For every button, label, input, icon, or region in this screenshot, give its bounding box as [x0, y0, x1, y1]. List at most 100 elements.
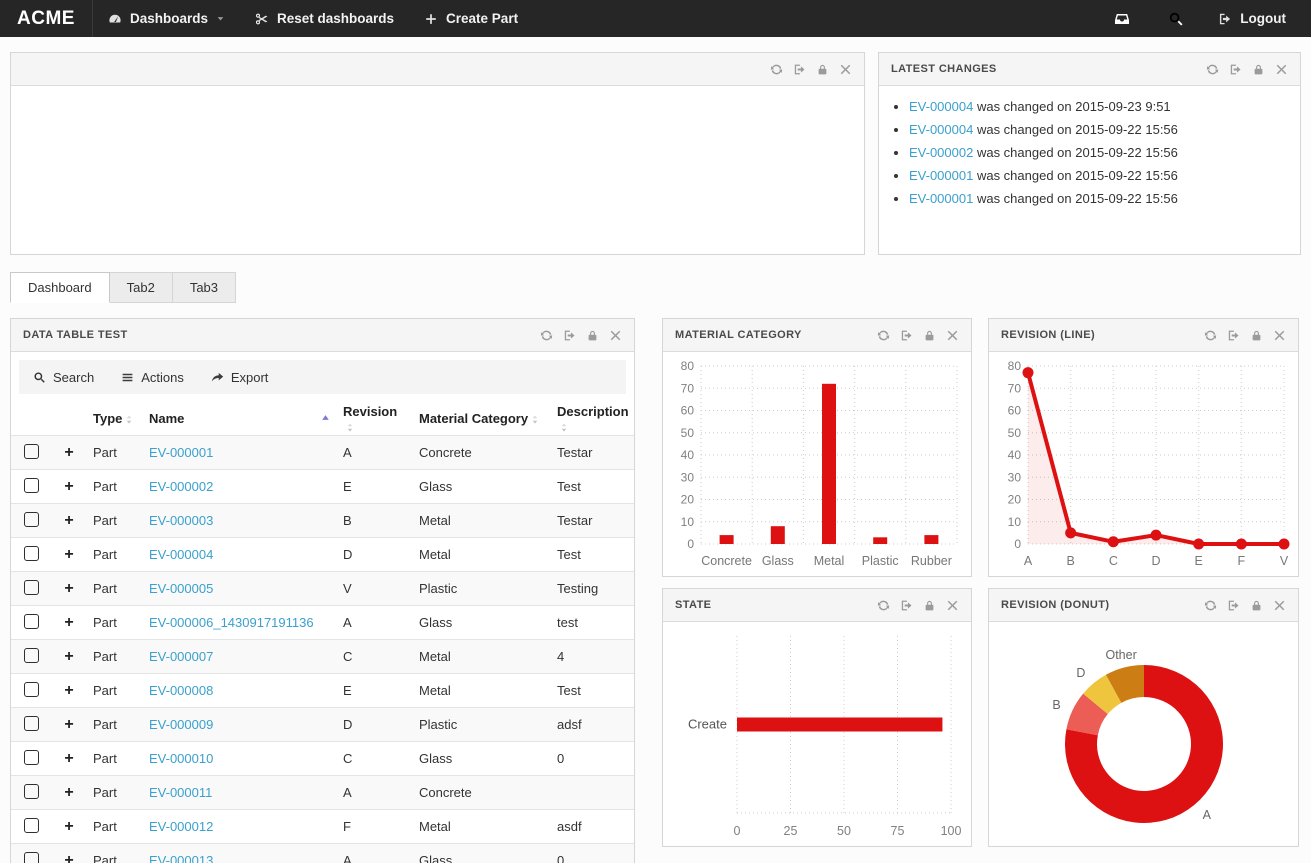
column-name[interactable]: Name [143, 402, 337, 436]
part-link[interactable]: EV-000004 [909, 122, 973, 137]
refresh-icon[interactable] [1204, 599, 1217, 612]
part-link[interactable]: EV-000001 [909, 191, 973, 206]
part-link[interactable]: EV-000012 [149, 819, 213, 834]
part-link[interactable]: EV-000004 [909, 99, 973, 114]
nav-reset-dashboards[interactable]: Reset dashboards [240, 0, 409, 37]
part-link[interactable]: EV-000001 [149, 445, 213, 460]
part-link[interactable]: EV-000002 [909, 145, 973, 160]
lock-icon[interactable] [1250, 599, 1263, 612]
expand-row-icon[interactable]: + [64, 784, 73, 801]
close-icon[interactable] [946, 599, 959, 612]
part-link[interactable]: EV-000010 [149, 751, 213, 766]
export-icon[interactable] [1227, 599, 1240, 612]
part-link[interactable]: EV-000005 [149, 581, 213, 596]
row-checkbox[interactable] [24, 546, 39, 561]
nav-create-part[interactable]: Create Part [409, 0, 533, 37]
export-icon[interactable] [793, 63, 806, 76]
svg-text:75: 75 [891, 824, 905, 838]
expand-row-icon[interactable]: + [64, 818, 73, 835]
inbox-button[interactable] [1095, 0, 1149, 37]
tab-tab2[interactable]: Tab2 [110, 272, 173, 303]
export-button[interactable]: Export [211, 370, 269, 385]
column-material-category[interactable]: Material Category [413, 402, 551, 436]
lock-icon[interactable] [923, 329, 936, 342]
expand-row-icon[interactable]: + [64, 546, 73, 563]
brand-logo[interactable]: ACME [0, 0, 93, 37]
refresh-icon[interactable] [1206, 63, 1219, 76]
part-link[interactable]: EV-000003 [149, 513, 213, 528]
close-icon[interactable] [1275, 63, 1288, 76]
expand-row-icon[interactable]: + [64, 716, 73, 733]
sort-asc-icon[interactable] [320, 413, 331, 424]
export-icon[interactable] [1229, 63, 1242, 76]
close-icon[interactable] [609, 329, 622, 342]
export-icon[interactable] [900, 329, 913, 342]
refresh-icon[interactable] [770, 63, 783, 76]
part-link[interactable]: EV-000011 [149, 785, 212, 800]
refresh-icon[interactable] [1204, 329, 1217, 342]
lock-icon[interactable] [586, 329, 599, 342]
sort-icon[interactable] [530, 411, 540, 426]
close-icon[interactable] [946, 329, 959, 342]
row-checkbox[interactable] [24, 444, 39, 459]
table-row: +PartEV-000003BMetalTestar [11, 504, 634, 538]
part-link[interactable]: EV-000001 [909, 168, 973, 183]
row-checkbox[interactable] [24, 648, 39, 663]
close-icon[interactable] [1273, 329, 1286, 342]
row-checkbox[interactable] [24, 716, 39, 731]
column-description[interactable]: Description [551, 402, 634, 436]
refresh-icon[interactable] [877, 329, 890, 342]
expand-row-icon[interactable]: + [64, 478, 73, 495]
row-checkbox[interactable] [24, 818, 39, 833]
svg-text:50: 50 [1007, 426, 1021, 440]
expand-row-icon[interactable]: + [64, 682, 73, 699]
search-button[interactable]: Search [33, 370, 94, 385]
expand-row-icon[interactable]: + [64, 580, 73, 597]
lock-icon[interactable] [923, 599, 936, 612]
latest-changes-list: EV-000004 was changed on 2015-09-23 9:51… [879, 99, 1300, 207]
lock-icon[interactable] [1250, 329, 1263, 342]
row-checkbox[interactable] [24, 478, 39, 493]
cell-name: EV-000003 [143, 504, 337, 538]
export-icon[interactable] [1227, 329, 1240, 342]
sort-icon[interactable] [124, 411, 134, 426]
expand-row-icon[interactable]: + [64, 750, 73, 767]
close-icon[interactable] [839, 63, 852, 76]
column-revision[interactable]: Revision [337, 402, 413, 436]
column-type[interactable]: Type [87, 402, 143, 436]
row-checkbox[interactable] [24, 512, 39, 527]
row-checkbox[interactable] [24, 614, 39, 629]
refresh-icon[interactable] [877, 599, 890, 612]
export-icon[interactable] [563, 329, 576, 342]
part-link[interactable]: EV-000002 [149, 479, 213, 494]
search-button-nav[interactable] [1149, 0, 1203, 37]
logout-button[interactable]: Logout [1203, 0, 1301, 37]
expand-row-icon[interactable]: + [64, 444, 73, 461]
part-link[interactable]: EV-000008 [149, 683, 213, 698]
part-link[interactable]: EV-000007 [149, 649, 213, 664]
actions-button[interactable]: Actions [121, 370, 184, 385]
row-checkbox[interactable] [24, 852, 39, 863]
lock-icon[interactable] [816, 63, 829, 76]
lock-icon[interactable] [1252, 63, 1265, 76]
nav-dashboards[interactable]: Dashboards [93, 0, 240, 37]
expand-row-icon[interactable]: + [64, 614, 73, 631]
tab-dashboard[interactable]: Dashboard [10, 272, 110, 303]
export-icon[interactable] [900, 599, 913, 612]
sort-icon[interactable] [345, 419, 355, 434]
row-checkbox[interactable] [24, 580, 39, 595]
part-link[interactable]: EV-000006_1430917191136 [149, 615, 314, 630]
expand-row-icon[interactable]: + [64, 648, 73, 665]
row-checkbox[interactable] [24, 784, 39, 799]
part-link[interactable]: EV-000009 [149, 717, 213, 732]
refresh-icon[interactable] [540, 329, 553, 342]
part-link[interactable]: EV-000013 [149, 853, 213, 863]
expand-row-icon[interactable]: + [64, 852, 73, 863]
expand-row-icon[interactable]: + [64, 512, 73, 529]
tab-tab3[interactable]: Tab3 [173, 272, 236, 303]
sort-icon[interactable] [559, 419, 569, 434]
row-checkbox[interactable] [24, 750, 39, 765]
part-link[interactable]: EV-000004 [149, 547, 213, 562]
row-checkbox[interactable] [24, 682, 39, 697]
close-icon[interactable] [1273, 599, 1286, 612]
